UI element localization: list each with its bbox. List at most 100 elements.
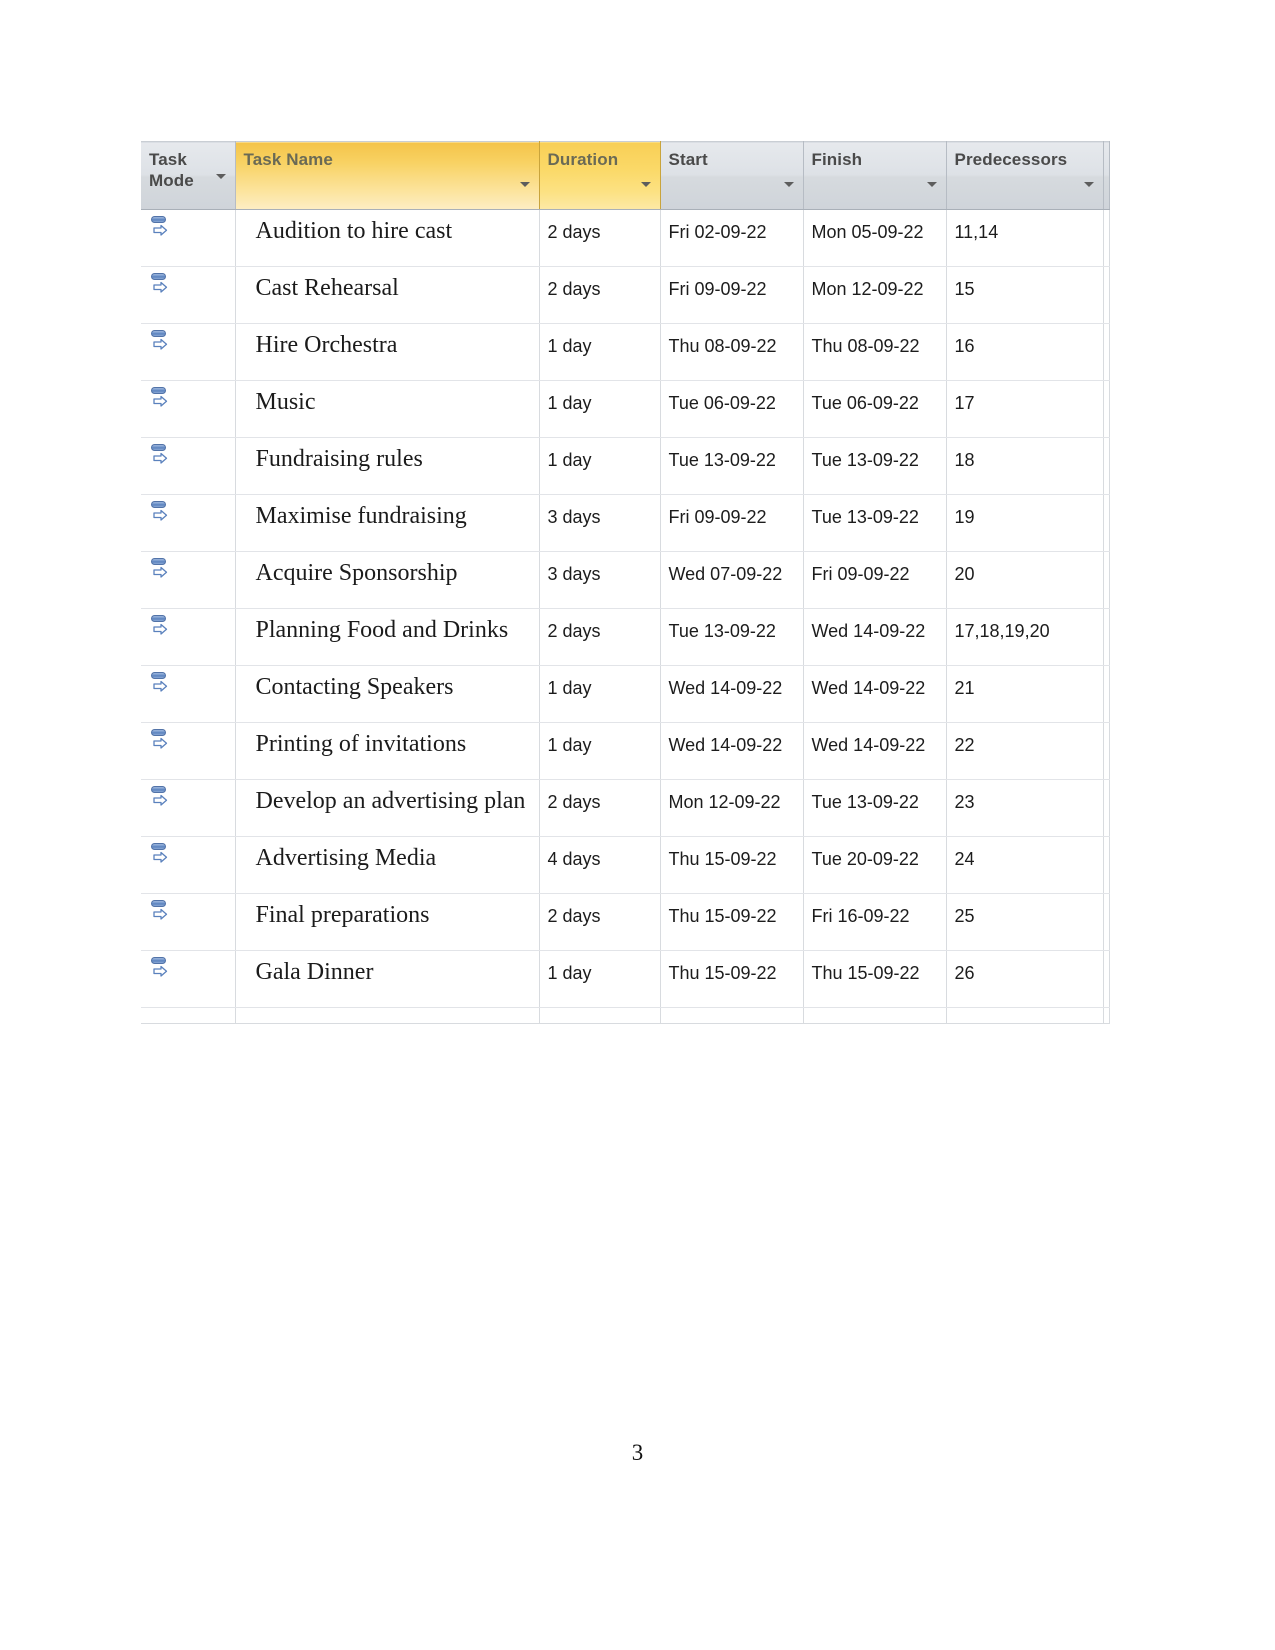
cell-finish[interactable]: Mon 12-09-22 bbox=[803, 266, 947, 324]
cell-predecessors[interactable]: 15 bbox=[946, 266, 1104, 324]
cell-start[interactable]: Fri 02-09-22 bbox=[660, 209, 804, 267]
cell-finish[interactable]: Wed 14-09-22 bbox=[803, 608, 947, 666]
table-row[interactable]: Printing of invitations 1 day Wed 14-09-22… bbox=[141, 722, 1110, 780]
cell-start[interactable]: Wed 14-09-22 bbox=[660, 722, 804, 780]
column-header-clipped[interactable] bbox=[1103, 141, 1110, 210]
column-header-duration[interactable]: Duration bbox=[539, 141, 661, 210]
cell-task-mode[interactable] bbox=[141, 779, 236, 837]
cell-predecessors[interactable]: 17 bbox=[946, 380, 1104, 438]
table-row[interactable]: Cast Rehearsal 2 days Fri 09-09-22 Mon 12-0… bbox=[141, 266, 1110, 324]
cell-start[interactable]: Thu 15-09-22 bbox=[660, 950, 804, 1008]
cell-finish[interactable]: Tue 13-09-22 bbox=[803, 494, 947, 552]
column-header-task-name[interactable]: Task Name bbox=[235, 141, 540, 210]
cell-predecessors[interactable]: 16 bbox=[946, 323, 1104, 381]
filter-dropdown-arrow-icon[interactable] bbox=[640, 182, 651, 187]
cell-task-name[interactable]: Cast Rehearsal bbox=[235, 266, 540, 324]
cell-task-name[interactable]: Final preparations bbox=[235, 893, 540, 951]
cell-task-mode[interactable] bbox=[141, 836, 236, 894]
cell-duration[interactable]: 1 day bbox=[539, 380, 661, 438]
cell-task-mode[interactable] bbox=[141, 209, 236, 267]
cell-start[interactable]: Thu 08-09-22 bbox=[660, 323, 804, 381]
cell-task-name[interactable]: Acquire Sponsorship bbox=[235, 551, 540, 609]
cell-task-name[interactable]: Fundraising rules bbox=[235, 437, 540, 495]
cell-duration[interactable]: 1 day bbox=[539, 437, 661, 495]
filter-dropdown-arrow-icon[interactable] bbox=[519, 182, 530, 187]
table-row[interactable]: Planning Food and Drinks 2 days Tue 13-09-… bbox=[141, 608, 1110, 666]
cell-start[interactable]: Fri 09-09-22 bbox=[660, 494, 804, 552]
cell-duration[interactable]: 1 day bbox=[539, 722, 661, 780]
cell-task-mode[interactable] bbox=[141, 1007, 236, 1024]
cell-duration[interactable]: 2 days bbox=[539, 209, 661, 267]
column-header-finish[interactable]: Finish bbox=[803, 141, 947, 210]
table-row[interactable]: Audition to hire cast 2 days Fri 02-09-22 M… bbox=[141, 209, 1110, 267]
cell-task-name[interactable]: Gala Dinner bbox=[235, 950, 540, 1008]
cell-duration[interactable]: 2 days bbox=[539, 266, 661, 324]
table-row[interactable]: Gala Dinner 1 day Thu 15-09-22 Thu 15-09-22… bbox=[141, 950, 1110, 1008]
cell-start[interactable] bbox=[660, 1007, 804, 1024]
cell-task-mode[interactable] bbox=[141, 380, 236, 438]
cell-predecessors[interactable]: 20 bbox=[946, 551, 1104, 609]
cell-task-mode[interactable] bbox=[141, 722, 236, 780]
cell-start[interactable]: Thu 15-09-22 bbox=[660, 893, 804, 951]
column-header-predecessors[interactable]: Predecessors bbox=[946, 141, 1104, 210]
cell-task-mode[interactable] bbox=[141, 608, 236, 666]
cell-finish[interactable]: Fri 16-09-22 bbox=[803, 893, 947, 951]
column-header-start[interactable]: Start bbox=[660, 141, 804, 210]
table-row[interactable]: Final preparations 2 days Thu 15-09-22 Fri … bbox=[141, 893, 1110, 951]
cell-predecessors[interactable]: 26 bbox=[946, 950, 1104, 1008]
cell-duration[interactable]: 1 day bbox=[539, 323, 661, 381]
cell-task-mode[interactable] bbox=[141, 437, 236, 495]
cell-task-name[interactable] bbox=[235, 1007, 540, 1024]
cell-duration[interactable]: 2 days bbox=[539, 893, 661, 951]
cell-start[interactable]: Tue 06-09-22 bbox=[660, 380, 804, 438]
cell-finish[interactable]: Tue 13-09-22 bbox=[803, 437, 947, 495]
cell-duration[interactable] bbox=[539, 1007, 661, 1024]
column-header-task-mode[interactable]: Task Mode bbox=[141, 141, 236, 210]
cell-finish[interactable]: Tue 20-09-22 bbox=[803, 836, 947, 894]
cell-finish[interactable]: Tue 13-09-22 bbox=[803, 779, 947, 837]
cell-task-name[interactable]: Hire Orchestra bbox=[235, 323, 540, 381]
cell-task-name[interactable]: Advertising Media bbox=[235, 836, 540, 894]
cell-start[interactable]: Wed 07-09-22 bbox=[660, 551, 804, 609]
cell-task-name[interactable]: Develop an advertising plan bbox=[235, 779, 540, 837]
cell-task-name[interactable]: Printing of invitations bbox=[235, 722, 540, 780]
cell-finish[interactable]: Wed 14-09-22 bbox=[803, 722, 947, 780]
cell-task-mode[interactable] bbox=[141, 551, 236, 609]
cell-start[interactable]: Wed 14-09-22 bbox=[660, 665, 804, 723]
cell-start[interactable]: Fri 09-09-22 bbox=[660, 266, 804, 324]
filter-dropdown-arrow-icon[interactable] bbox=[1083, 182, 1094, 187]
cell-finish[interactable]: Tue 06-09-22 bbox=[803, 380, 947, 438]
cell-duration[interactable]: 2 days bbox=[539, 779, 661, 837]
cell-task-mode[interactable] bbox=[141, 665, 236, 723]
cell-task-name[interactable]: Audition to hire cast bbox=[235, 209, 540, 267]
cell-predecessors[interactable] bbox=[946, 1007, 1104, 1024]
cell-finish[interactable] bbox=[803, 1007, 947, 1024]
cell-duration[interactable]: 3 days bbox=[539, 551, 661, 609]
cell-task-mode[interactable] bbox=[141, 893, 236, 951]
cell-predecessors[interactable]: 18 bbox=[946, 437, 1104, 495]
table-row[interactable]: Maximise fundraising 3 days Fri 09-09-22 Tu… bbox=[141, 494, 1110, 552]
cell-duration[interactable]: 3 days bbox=[539, 494, 661, 552]
cell-start[interactable]: Thu 15-09-22 bbox=[660, 836, 804, 894]
cell-finish[interactable]: Thu 08-09-22 bbox=[803, 323, 947, 381]
cell-start[interactable]: Tue 13-09-22 bbox=[660, 437, 804, 495]
cell-finish[interactable]: Fri 09-09-22 bbox=[803, 551, 947, 609]
table-row[interactable]: Music 1 day Tue 06-09-22 Tue 06-09-22 17 bbox=[141, 380, 1110, 438]
cell-task-name[interactable]: Contacting Speakers bbox=[235, 665, 540, 723]
cell-task-name[interactable]: Maximise fundraising bbox=[235, 494, 540, 552]
cell-start[interactable]: Mon 12-09-22 bbox=[660, 779, 804, 837]
project-entry-table[interactable]: Task Mode Task Name Duration Start Finis… bbox=[141, 141, 1110, 1024]
cell-task-mode[interactable] bbox=[141, 323, 236, 381]
cell-task-name[interactable]: Music bbox=[235, 380, 540, 438]
cell-start[interactable]: Tue 13-09-22 bbox=[660, 608, 804, 666]
table-row[interactable]: Advertising Media 4 days Thu 15-09-22 Tue 2… bbox=[141, 836, 1110, 894]
cell-finish[interactable]: Mon 05-09-22 bbox=[803, 209, 947, 267]
table-row[interactable]: Hire Orchestra 1 day Thu 08-09-22 Thu 08-09… bbox=[141, 323, 1110, 381]
filter-dropdown-arrow-icon[interactable] bbox=[215, 174, 226, 179]
cell-task-name[interactable]: Planning Food and Drinks bbox=[235, 608, 540, 666]
cell-duration[interactable]: 4 days bbox=[539, 836, 661, 894]
cell-task-mode[interactable] bbox=[141, 494, 236, 552]
table-row[interactable]: Contacting Speakers 1 day Wed 14-09-22 Wed … bbox=[141, 665, 1110, 723]
cell-task-mode[interactable] bbox=[141, 266, 236, 324]
table-row[interactable]: Fundraising rules 1 day Tue 13-09-22 Tue 13… bbox=[141, 437, 1110, 495]
